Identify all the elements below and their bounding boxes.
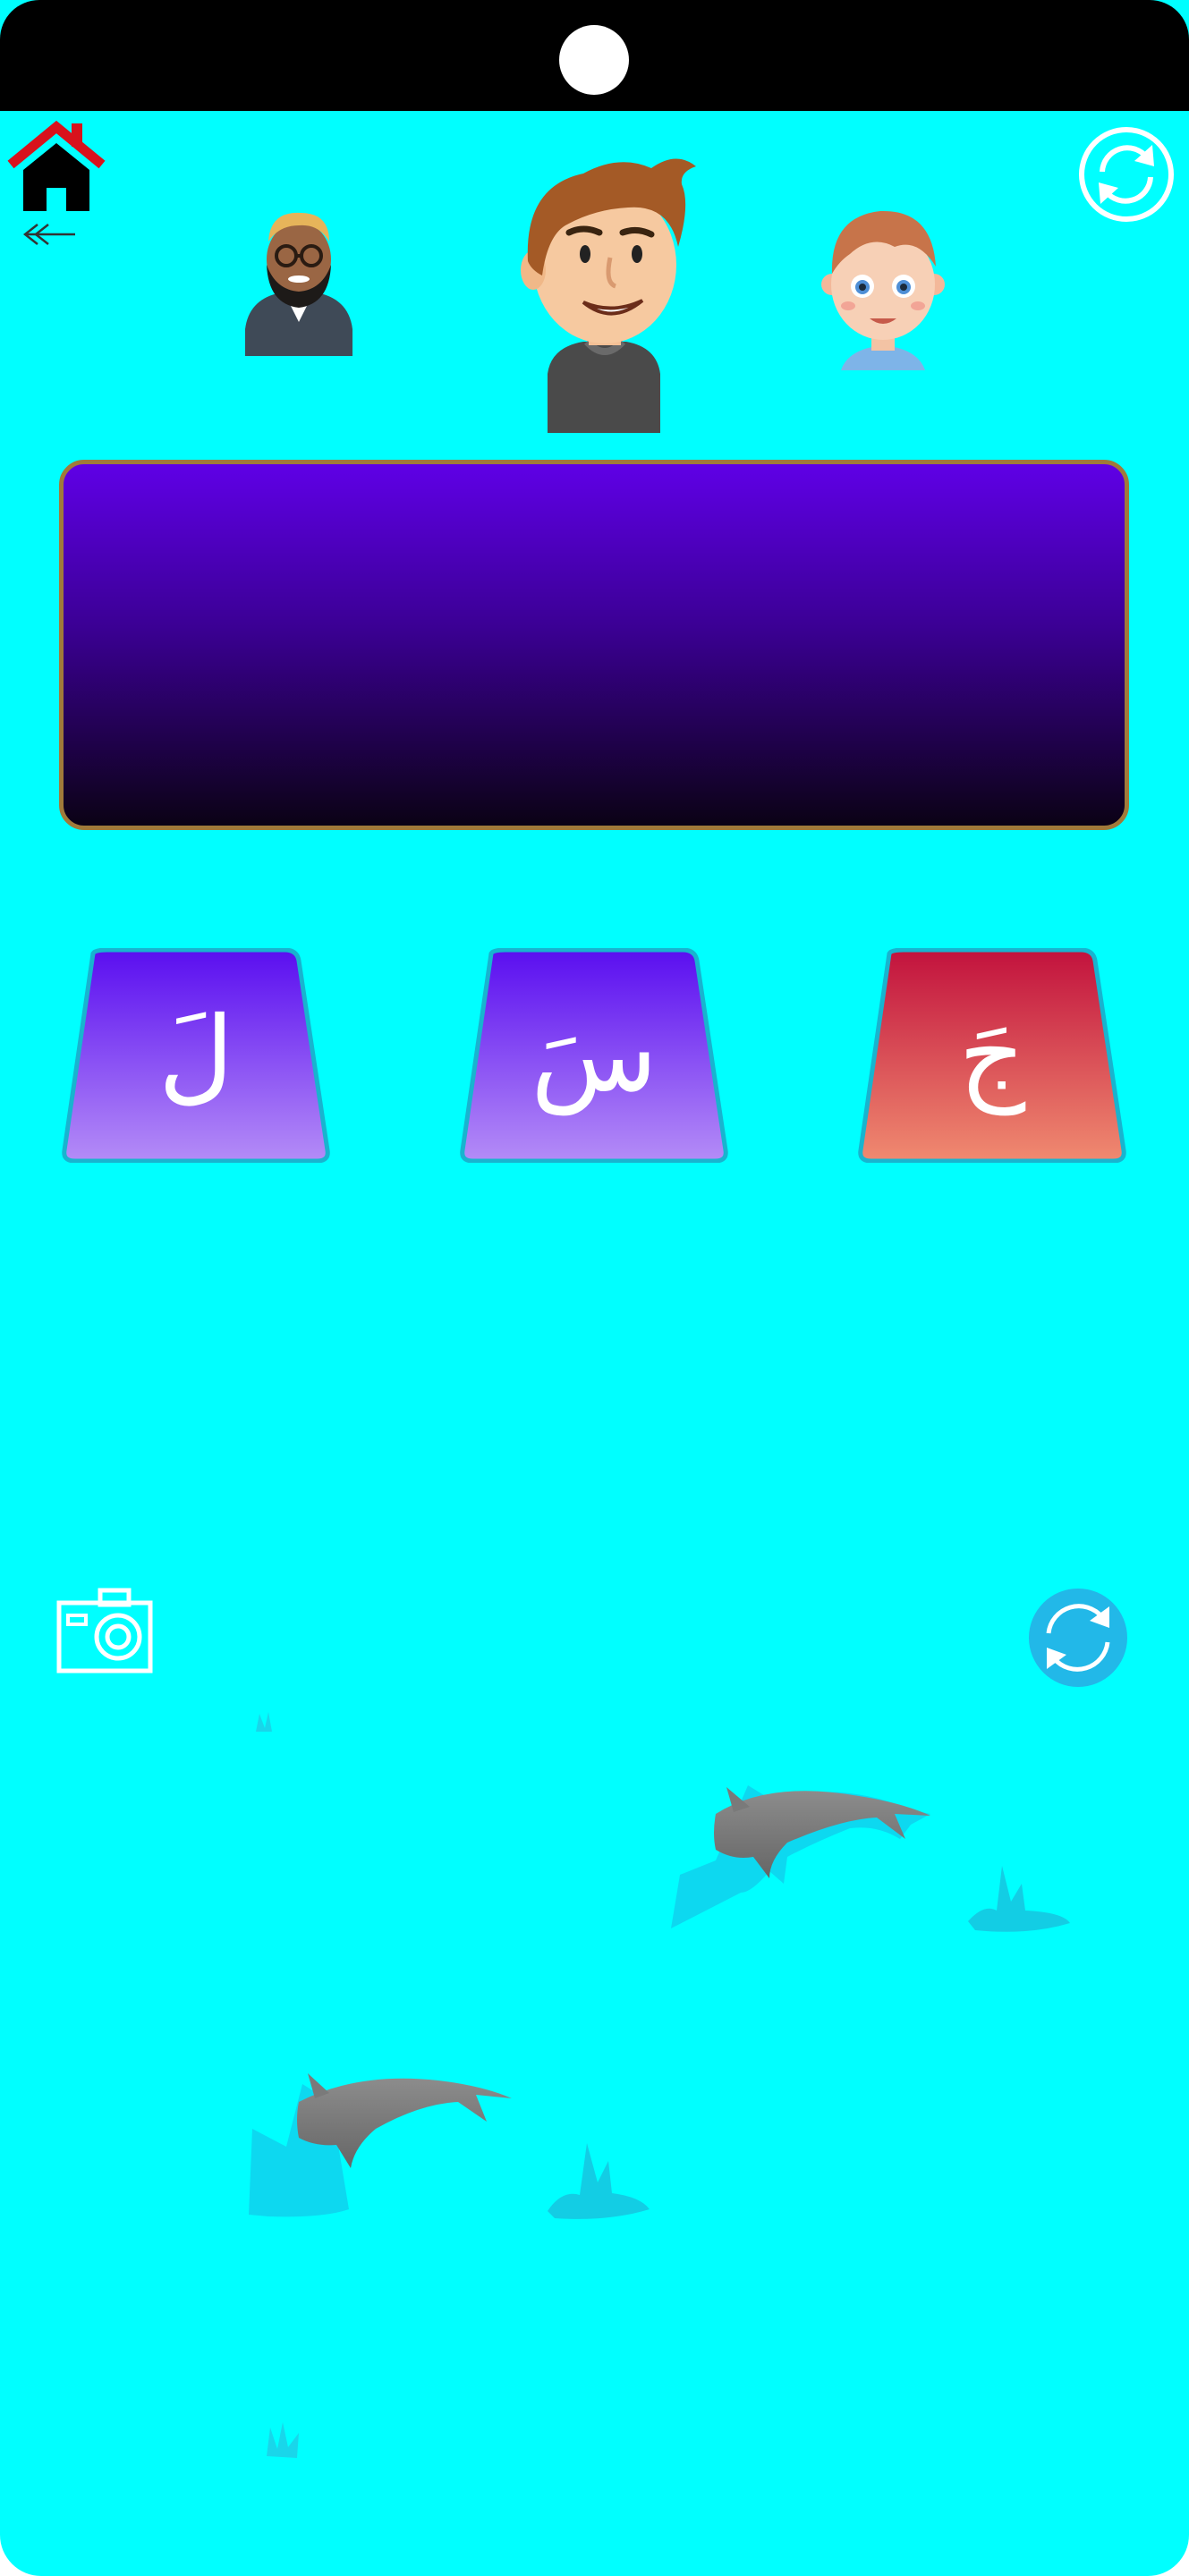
- camera-icon: [56, 1588, 153, 1674]
- choice-button-1[interactable]: لَ: [61, 948, 331, 1163]
- choice-button-3[interactable]: جَ: [857, 948, 1127, 1163]
- dolphin-icon: [671, 1785, 930, 1928]
- answer-display-panel: [59, 460, 1129, 830]
- dolphin-scene-art: [249, 1712, 1070, 2458]
- dolphin-icon: [249, 2073, 512, 2217]
- refresh-button[interactable]: [1077, 125, 1176, 224]
- character-young-man[interactable]: [512, 150, 698, 433]
- choice-letter: جَ: [958, 995, 1026, 1115]
- arrow-left-icon: [22, 224, 75, 245]
- water-splash-icon: [548, 2143, 650, 2219]
- back-button[interactable]: [21, 222, 77, 247]
- water-splash-icon: [267, 2422, 299, 2458]
- switch-camera-icon: [1029, 1589, 1127, 1687]
- young-man-avatar: [521, 158, 696, 433]
- refresh-circle-icon: [1079, 127, 1174, 222]
- dolphin-scene: [0, 1682, 1189, 2487]
- child-avatar: [821, 210, 945, 370]
- water-splash-icon: [968, 1866, 1070, 1932]
- home-button[interactable]: [5, 118, 107, 215]
- character-bearded-man[interactable]: [242, 204, 356, 356]
- switch-camera-button[interactable]: [1027, 1587, 1129, 1689]
- water-splash-icon: [256, 1712, 272, 1732]
- choice-button-2[interactable]: سَ: [459, 948, 729, 1163]
- camera-button[interactable]: [55, 1587, 154, 1674]
- home-icon: [7, 120, 106, 211]
- choice-letter: لَ: [157, 995, 234, 1115]
- app-screen: لَ سَ جَ: [0, 0, 1189, 2576]
- front-camera-notch: [559, 25, 629, 95]
- character-child[interactable]: [818, 199, 948, 370]
- bearded-man-avatar: [245, 212, 352, 356]
- choice-letter: سَ: [531, 995, 658, 1115]
- status-bar: [0, 0, 1189, 111]
